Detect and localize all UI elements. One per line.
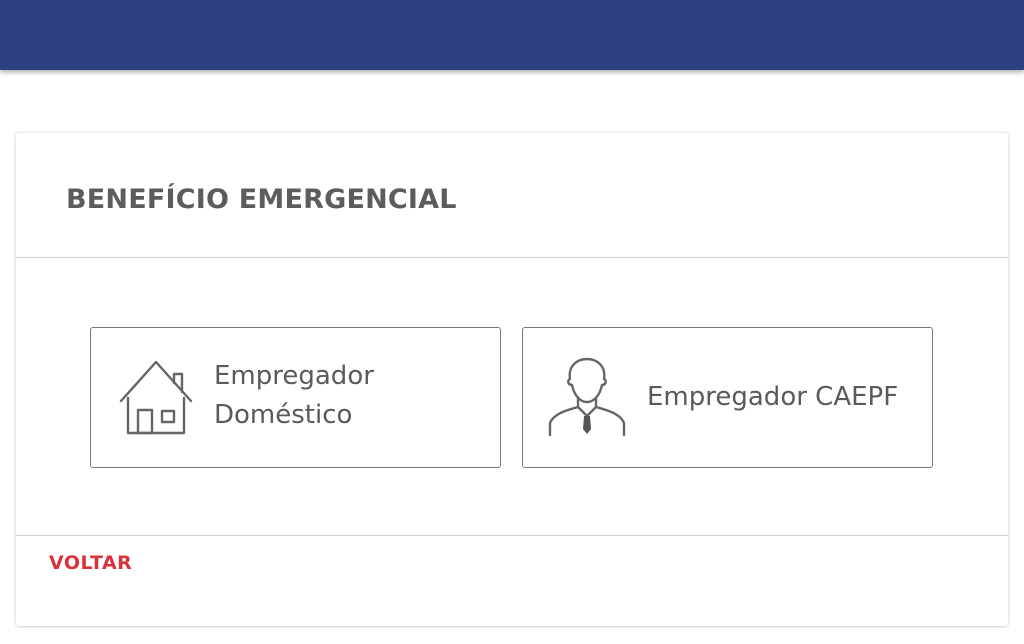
benefit-card: BENEFÍCIO EMERGENCIAL Empregador Domésti… [16,133,1008,626]
empregador-caepf-button[interactable]: Empregador CAEPF [522,327,933,468]
option-label: Empregador CAEPF [647,382,899,412]
page-title: BENEFÍCIO EMERGENCIAL [66,183,457,215]
option-label: Empregador Doméstico [214,361,374,430]
back-button[interactable]: VOLTAR [49,552,132,574]
house-icon [119,360,193,435]
card-footer: VOLTAR [16,536,1008,625]
top-app-bar [0,0,1024,70]
card-header: BENEFÍCIO EMERGENCIAL [16,133,1008,258]
empregador-domestico-button[interactable]: Empregador Doméstico [90,327,501,468]
person-tie-icon [548,357,626,437]
card-body: Empregador Doméstico Empregador CAEPF [16,258,1008,536]
